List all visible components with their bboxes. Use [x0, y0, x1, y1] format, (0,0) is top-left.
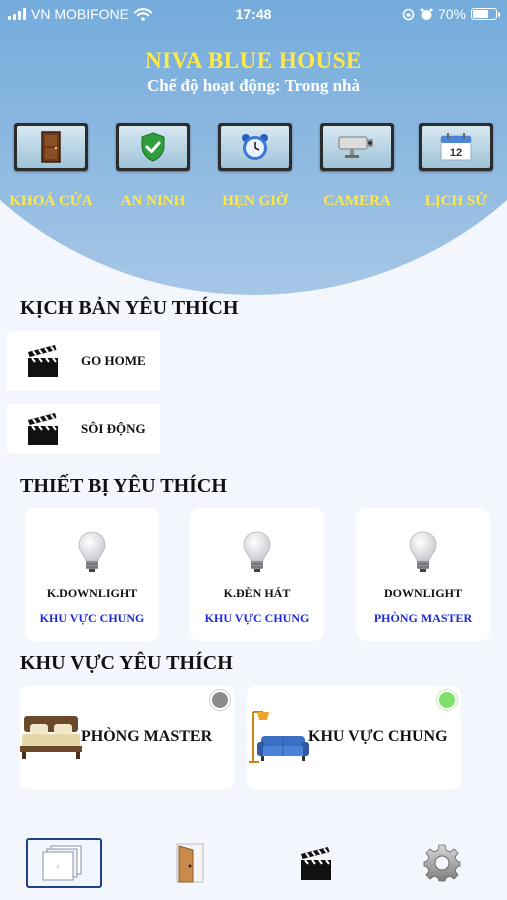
quick-action-label: AN NINH [120, 193, 186, 209]
light-bulb-icon [25, 530, 159, 574]
carrier-name: VN MOBIFONE [31, 6, 130, 22]
tab-home[interactable]: + [26, 838, 102, 888]
tab-door[interactable] [152, 838, 228, 888]
tab-settings[interactable] [404, 838, 480, 888]
calendar-day: 12 [450, 147, 462, 159]
favorite-scenes-title: KỊCH BẢN YÊU THÍCH [20, 297, 239, 319]
quick-action-history[interactable]: 12 LỊCH SỬ [405, 123, 507, 210]
clapperboard-icon [301, 847, 331, 880]
area-card-phong-master[interactable]: PHÒNG MASTER [20, 686, 234, 789]
quick-action-door-lock[interactable]: KHOÁ CỬA [0, 123, 102, 210]
quick-action-label: KHOÁ CỬA [9, 193, 93, 209]
device-name: K.ĐÈN HÁT [223, 586, 291, 600]
alarm-clock-icon [221, 126, 289, 168]
device-area: KHU VỰC CHUNG [204, 611, 310, 625]
operation-mode: Chế độ hoạt động: Trong nhà [146, 76, 361, 95]
scene-card-soi-dong[interactable]: SÔI ĐỘNG [7, 404, 160, 453]
header: NIVA BLUE HOUSE Chế độ hoạt động: Trong … [0, 0, 507, 300]
device-card-downlight[interactable]: DOWNLIGHT PHÒNG MASTER [356, 508, 490, 641]
alarm-icon [420, 8, 433, 20]
device-card-k-den-hat[interactable]: K.ĐÈN HÁT KHU VỰC CHUNG [190, 508, 324, 641]
scene-label: GO HOME [81, 353, 146, 368]
app-title: NIVA BLUE HOUSE [145, 48, 362, 73]
area-name: KHU VỰC CHUNG [308, 728, 448, 745]
bed-icon [20, 716, 82, 759]
scene-card-go-home[interactable]: GO HOME [7, 331, 160, 391]
wifi-icon [134, 7, 153, 21]
scene-label: SÔI ĐỘNG [81, 420, 146, 436]
battery-icon [471, 8, 500, 20]
tab-bar: + [0, 830, 507, 900]
area-status-indicator [212, 692, 228, 708]
cell-signal-icon [8, 8, 26, 20]
quick-action-timer[interactable]: HẸN GIỜ [204, 123, 306, 210]
door-icon [17, 126, 85, 168]
status-bar: VN MOBIFONE 17:48 70% [0, 0, 507, 28]
gear-icon [423, 844, 461, 882]
device-area: PHÒNG MASTER [373, 611, 473, 625]
clapperboard-icon [28, 345, 58, 377]
quick-action-label: CAMERA [323, 193, 391, 209]
camera-icon [323, 126, 391, 168]
favorite-devices-title: THIẾT BỊ YÊU THÍCH [20, 475, 227, 497]
area-card-khu-vuc-chung[interactable]: KHU VỰC CHUNG [247, 686, 461, 789]
clapperboard-icon [28, 412, 58, 445]
svg-text:+: + [55, 862, 60, 872]
device-card-k-downlight[interactable]: K.DOWNLIGHT KHU VỰC CHUNG [25, 508, 159, 641]
door-icon [176, 843, 204, 883]
quick-action-label: HẸN GIỜ [222, 193, 288, 209]
orientation-lock-icon [402, 8, 415, 20]
tab-scenes[interactable] [278, 838, 354, 888]
battery-level [473, 10, 489, 18]
shield-check-icon [119, 126, 187, 168]
quick-action-security[interactable]: AN NINH [102, 123, 204, 210]
device-area: KHU VỰC CHUNG [39, 611, 145, 625]
quick-action-label: LỊCH SỬ [424, 193, 488, 209]
light-bulb-icon [190, 530, 324, 574]
home-rooms-icon: + [42, 845, 82, 881]
quick-action-camera[interactable]: CAMERA [306, 123, 408, 210]
calendar-icon: 12 [422, 126, 490, 168]
device-name: K.DOWNLIGHT [46, 586, 138, 600]
sofa-lamp-icon [249, 711, 309, 763]
battery-percent: 70% [437, 6, 466, 22]
light-bulb-icon [356, 530, 490, 574]
favorite-areas-title: KHU VỰC YÊU THÍCH [20, 652, 233, 674]
area-name: PHÒNG MASTER [81, 728, 213, 745]
area-status-indicator [439, 692, 455, 708]
device-name: DOWNLIGHT [383, 586, 462, 600]
